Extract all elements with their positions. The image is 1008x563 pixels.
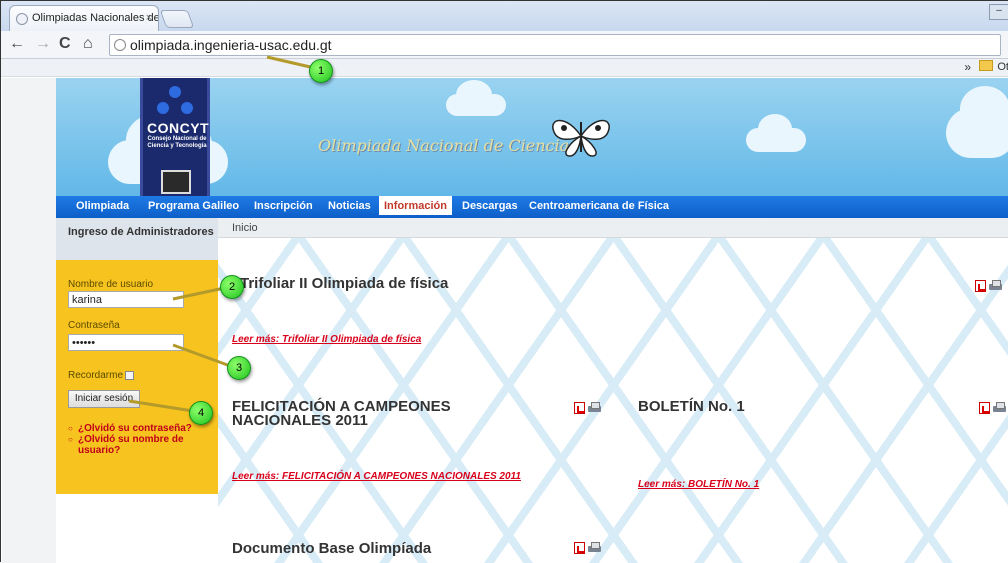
article-title: Trifoliar II Olimpiada de física: [240, 275, 449, 292]
callout-marker: 4: [189, 401, 213, 425]
forgot-password-link[interactable]: ¿Olvidó su contraseña?: [68, 423, 196, 434]
readmore-link[interactable]: Leer más: Trifoliar II Olimpiada de físi…: [232, 334, 421, 345]
browser-tab[interactable]: Olimpiadas Nacionales de C ×: [9, 5, 159, 31]
university-seal-icon: [161, 170, 191, 194]
butterfly-icon: [552, 119, 610, 157]
minimize-window-button[interactable]: –: [989, 4, 1008, 20]
article-icons: [975, 280, 1002, 292]
readmore-link[interactable]: Leer más: BOLETÍN No. 1: [638, 479, 759, 490]
new-tab-button[interactable]: [159, 10, 195, 28]
breadcrumb[interactable]: Inicio: [218, 218, 1008, 238]
menu-item-programa-galileo[interactable]: Programa Galileo: [148, 200, 239, 212]
menu-item-descargas[interactable]: Descargas: [462, 200, 518, 212]
browser-window: Olimpiadas Nacionales de C × – ← → C ⌂ o…: [0, 0, 1008, 563]
cloud-decoration: [746, 114, 806, 152]
remember-checkbox[interactable]: [125, 371, 134, 380]
page-favicon-icon: [16, 13, 28, 25]
browser-toolbar: ← → C ⌂ olimpiada.ingenieria-usac.edu.gt: [1, 31, 1008, 59]
cloud-decoration: [446, 80, 506, 116]
logo-subtitle: Consejo Nacional de Ciencia y Tecnología: [147, 136, 207, 149]
concyt-logo[interactable]: CONCYT Consejo Nacional de Ciencia y Tec…: [140, 78, 210, 196]
bookmarks-more-button[interactable]: »: [964, 60, 971, 74]
cloud-decoration: [946, 86, 1008, 158]
molecule-icon: [155, 86, 195, 116]
site-banner: CONCYT Consejo Nacional de Ciencia y Tec…: [56, 78, 1008, 196]
article-icons: [574, 542, 601, 554]
bookmarks-bar: » Ot: [1, 59, 1008, 77]
print-icon[interactable]: [989, 280, 1002, 292]
tab-close-icon[interactable]: ×: [146, 12, 152, 24]
bookmarks-other-folder[interactable]: Ot: [979, 60, 1008, 73]
tab-title: Olimpiadas Nacionales de C: [32, 12, 159, 24]
banner-title: Olimpiada Nacional de Ciencias: [318, 136, 578, 155]
remember-label: Recordarme: [68, 370, 124, 381]
callout-marker: 1: [309, 59, 333, 83]
reload-icon[interactable]: C: [59, 35, 71, 53]
username-label: Nombre de usuario: [68, 279, 154, 290]
forward-arrow-icon[interactable]: →: [35, 35, 51, 53]
article-icons: [574, 402, 601, 414]
callout-marker: 2: [220, 275, 244, 299]
readmore-link[interactable]: Leer más: FELICITACIÓN A CAMPEONES NACIO…: [232, 471, 521, 482]
address-url: olimpiada.ingenieria-usac.edu.gt: [130, 37, 332, 53]
pdf-icon[interactable]: [979, 402, 990, 414]
menu-item-informacion[interactable]: Información: [379, 196, 452, 215]
globe-icon: [114, 39, 126, 51]
menu-item-noticias[interactable]: Noticias: [328, 200, 371, 212]
web-page: CONCYT Consejo Nacional de Ciencia y Tec…: [2, 78, 1008, 563]
menu-item-centroamericana[interactable]: Centroamericana de Física: [529, 200, 669, 212]
password-input[interactable]: [68, 334, 184, 351]
address-bar[interactable]: olimpiada.ingenieria-usac.edu.gt: [109, 34, 1001, 56]
article-title: FELICITACIÓN A CAMPEONES NACIONALES 2011: [232, 398, 451, 429]
article-title: BOLETÍN No. 1: [638, 398, 745, 415]
forgot-username-link[interactable]: ¿Olvidó su nombre de usuario?: [68, 434, 196, 456]
login-form: Nombre de usuario Contraseña Recordarme …: [56, 260, 218, 494]
pdf-icon[interactable]: [574, 542, 585, 554]
home-icon[interactable]: ⌂: [83, 35, 93, 53]
password-label: Contraseña: [68, 320, 120, 331]
login-button[interactable]: Iniciar sesión: [68, 390, 140, 408]
menu-item-olimpiada[interactable]: Olimpiada: [76, 200, 129, 212]
page-left-gutter: [2, 78, 56, 563]
article-icons: [979, 402, 1006, 414]
article-title: Documento Base Olimpíada: [232, 540, 432, 557]
logo-brand-text: CONCYT: [147, 120, 210, 136]
tab-strip: Olimpiadas Nacionales de C × –: [1, 1, 1008, 31]
content-area: Inicio Trifoliar II Olimpiada de física …: [218, 218, 1008, 563]
back-arrow-icon[interactable]: ←: [9, 35, 25, 53]
pdf-icon[interactable]: [574, 402, 585, 414]
pdf-icon[interactable]: [975, 280, 986, 292]
username-input[interactable]: [68, 291, 184, 308]
main-menu: Olimpiada Programa Galileo Inscripción N…: [56, 196, 1008, 218]
recovery-links: ¿Olvidó su contraseña? ¿Olvidó su nombre…: [68, 423, 196, 456]
print-icon[interactable]: [588, 402, 601, 414]
menu-item-inscripcion[interactable]: Inscripción: [254, 200, 313, 212]
sidebar-heading: Ingreso de Administradores: [56, 218, 218, 260]
print-icon[interactable]: [588, 542, 601, 554]
print-icon[interactable]: [993, 402, 1006, 414]
callout-marker: 3: [227, 356, 251, 380]
